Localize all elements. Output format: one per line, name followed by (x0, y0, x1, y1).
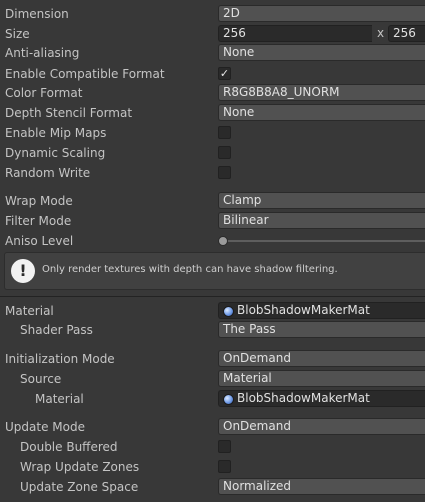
wrap-update-zones-checkbox[interactable] (218, 460, 231, 473)
update-zone-space-label: Update Zone Space (20, 480, 139, 494)
wrap-mode-row: Wrap Mode Clamp (0, 191, 425, 211)
dynamic-scaling-row: Dynamic Scaling (0, 143, 425, 163)
source-material-object-field[interactable]: BlobShadowMakerMat (218, 390, 425, 407)
initialization-mode-label: Initialization Mode (5, 352, 115, 366)
aniso-level-slider-thumb[interactable] (218, 236, 228, 246)
random-write-label: Random Write (5, 166, 91, 180)
section-divider (0, 296, 425, 297)
material-row: Material BlobShadowMakerMat (0, 301, 425, 321)
depth-stencil-format-label: Depth Stencil Format (5, 106, 133, 120)
filter-mode-dropdown[interactable]: Bilinear (218, 212, 425, 229)
depth-stencil-format-dropdown[interactable]: None (218, 104, 425, 121)
random-write-checkbox[interactable] (218, 166, 231, 179)
color-format-dropdown[interactable]: R8G8B8A8_UNORM (218, 84, 425, 101)
wrap-update-zones-label: Wrap Update Zones (20, 460, 140, 474)
material-object-name: BlobShadowMakerMat (237, 303, 370, 317)
double-buffered-checkbox[interactable] (218, 440, 231, 453)
update-mode-label: Update Mode (5, 420, 85, 434)
enable-compatible-format-checkbox[interactable]: ✓ (218, 67, 231, 80)
material-label: Material (5, 304, 54, 318)
aniso-level-label: Aniso Level (5, 234, 74, 248)
material-sphere-icon (223, 394, 234, 405)
update-zone-space-row: Update Zone Space Normalized (0, 477, 425, 497)
anti-aliasing-row: Anti-aliasing None (0, 43, 425, 63)
initialization-mode-dropdown[interactable]: OnDemand (218, 350, 425, 367)
size-separator: x (377, 26, 385, 40)
shadow-filtering-help-box: ! Only render textures with depth can ha… (4, 252, 425, 290)
aniso-level-slider-track[interactable] (222, 240, 425, 242)
filter-mode-row: Filter Mode Bilinear (0, 211, 425, 231)
random-write-row: Random Write (0, 163, 425, 183)
source-material-label: Material (35, 392, 84, 406)
anti-aliasing-dropdown[interactable]: None (218, 44, 425, 61)
shader-pass-dropdown[interactable]: The Pass (218, 321, 425, 338)
shader-pass-label: Shader Pass (20, 323, 93, 337)
enable-mip-maps-row: Enable Mip Maps (0, 123, 425, 143)
initialization-mode-row: Initialization Mode OnDemand (0, 349, 425, 369)
size-height-input[interactable]: 256 (388, 25, 425, 42)
dynamic-scaling-label: Dynamic Scaling (5, 146, 106, 160)
wrap-mode-dropdown[interactable]: Clamp (218, 192, 425, 209)
double-buffered-row: Double Buffered (0, 437, 425, 457)
source-row: Source Material (0, 369, 425, 389)
update-mode-row: Update Mode OnDemand (0, 417, 425, 437)
shader-pass-row: Shader Pass The Pass (0, 320, 425, 340)
aniso-level-row: Aniso Level (0, 231, 425, 251)
anti-aliasing-label: Anti-aliasing (5, 46, 80, 60)
size-row: Size 256 x 256 (0, 24, 425, 44)
size-width-input[interactable]: 256 (218, 25, 372, 42)
material-object-field[interactable]: BlobShadowMakerMat (218, 302, 425, 319)
color-format-label: Color Format (5, 86, 83, 100)
filter-mode-label: Filter Mode (5, 214, 72, 228)
update-zone-space-dropdown[interactable]: Normalized (218, 478, 425, 495)
dimension-dropdown[interactable]: 2D (218, 5, 425, 22)
wrap-update-zones-row: Wrap Update Zones (0, 457, 425, 477)
source-material-row: Material BlobShadowMakerMat (0, 389, 425, 409)
depth-stencil-format-row: Depth Stencil Format None (0, 103, 425, 123)
enable-compatible-format-row: Enable Compatible Format ✓ (0, 64, 425, 84)
source-dropdown[interactable]: Material (218, 370, 425, 387)
enable-mip-maps-checkbox[interactable] (218, 126, 231, 139)
double-buffered-label: Double Buffered (20, 440, 118, 454)
size-label: Size (5, 27, 30, 41)
help-message: Only render textures with depth can have… (42, 264, 338, 275)
dynamic-scaling-checkbox[interactable] (218, 146, 231, 159)
update-mode-dropdown[interactable]: OnDemand (218, 418, 425, 435)
source-label: Source (20, 372, 62, 386)
dimension-row: Dimension 2D (0, 4, 425, 24)
enable-mip-maps-label: Enable Mip Maps (5, 126, 107, 140)
source-material-object-name: BlobShadowMakerMat (237, 391, 370, 405)
material-sphere-icon (223, 306, 234, 317)
enable-compatible-format-label: Enable Compatible Format (5, 67, 165, 81)
wrap-mode-label: Wrap Mode (5, 194, 73, 208)
dimension-label: Dimension (5, 7, 69, 21)
warning-icon: ! (11, 259, 35, 283)
color-format-row: Color Format R8G8B8A8_UNORM (0, 83, 425, 103)
